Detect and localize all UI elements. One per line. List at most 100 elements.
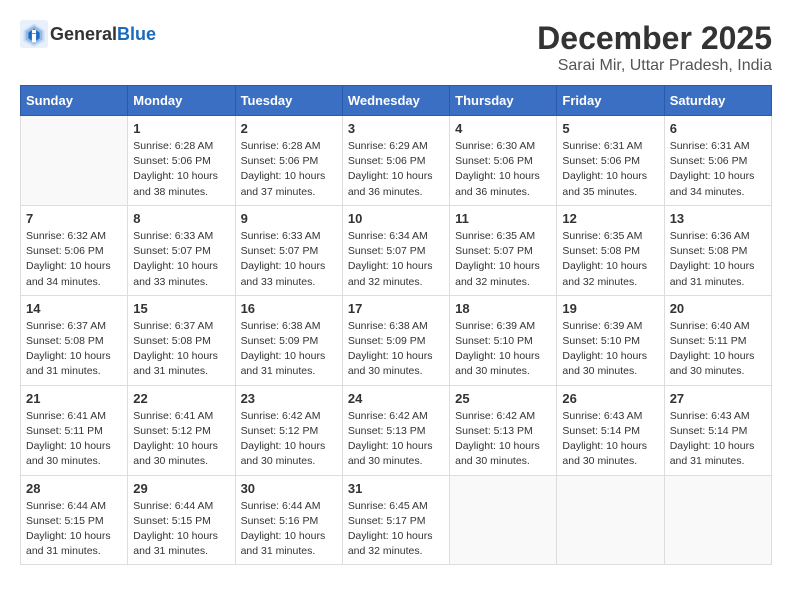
- day-number: 3: [348, 121, 444, 136]
- day-info: Sunrise: 6:37 AM Sunset: 5:08 PM Dayligh…: [26, 319, 122, 380]
- day-number: 31: [348, 481, 444, 496]
- weekday-header-saturday: Saturday: [664, 86, 771, 116]
- day-info: Sunrise: 6:41 AM Sunset: 5:12 PM Dayligh…: [133, 409, 229, 470]
- day-info: Sunrise: 6:35 AM Sunset: 5:08 PM Dayligh…: [562, 229, 658, 290]
- day-info: Sunrise: 6:42 AM Sunset: 5:13 PM Dayligh…: [455, 409, 551, 470]
- day-info: Sunrise: 6:43 AM Sunset: 5:14 PM Dayligh…: [562, 409, 658, 470]
- calendar-cell: 2Sunrise: 6:28 AM Sunset: 5:06 PM Daylig…: [235, 116, 342, 206]
- day-info: Sunrise: 6:40 AM Sunset: 5:11 PM Dayligh…: [670, 319, 766, 380]
- day-info: Sunrise: 6:42 AM Sunset: 5:12 PM Dayligh…: [241, 409, 337, 470]
- calendar-cell: 27Sunrise: 6:43 AM Sunset: 5:14 PM Dayli…: [664, 385, 771, 475]
- day-number: 29: [133, 481, 229, 496]
- calendar-cell: 10Sunrise: 6:34 AM Sunset: 5:07 PM Dayli…: [342, 205, 449, 295]
- calendar-cell: 25 Sunrise: 6:42 AM Sunset: 5:13 PM Dayli…: [450, 385, 557, 475]
- weekday-header-monday: Monday: [128, 86, 235, 116]
- calendar-cell: 6 Sunrise: 6:31 AM Sunset: 5:06 PM Daylig…: [664, 116, 771, 206]
- weekday-header-sunday: Sunday: [21, 86, 128, 116]
- calendar-cell: [21, 116, 128, 206]
- weekday-header-thursday: Thursday: [450, 86, 557, 116]
- logo-blue: Blue: [117, 24, 156, 44]
- calendar-cell: 11 Sunrise: 6:35 AM Sunset: 5:07 PM Dayli…: [450, 205, 557, 295]
- day-info: Sunrise: 6:44 AM Sunset: 5:15 PM Dayligh…: [133, 499, 229, 560]
- calendar-cell: 18Sunrise: 6:39 AM Sunset: 5:10 PM Dayli…: [450, 295, 557, 385]
- day-number: 12: [562, 211, 658, 226]
- day-number: 16: [241, 301, 337, 316]
- day-number: 24: [348, 391, 444, 406]
- day-info: Sunrise: 6:32 AM Sunset: 5:06 PM Dayligh…: [26, 229, 122, 290]
- weekday-header-tuesday: Tuesday: [235, 86, 342, 116]
- day-info: Sunrise: 6:36 AM Sunset: 5:08 PM Dayligh…: [670, 229, 766, 290]
- day-number: 14: [26, 301, 122, 316]
- day-info: Sunrise: 6:30 AM Sunset: 5:06 PM Dayligh…: [455, 139, 551, 200]
- day-number: 22: [133, 391, 229, 406]
- page-header: GeneralBlue December 2025 Sarai Mir, Utt…: [20, 20, 772, 75]
- day-info: Sunrise: 6:33 AM Sunset: 5:07 PM Dayligh…: [133, 229, 229, 290]
- calendar-cell: 20 Sunrise: 6:40 AM Sunset: 5:11 PM Dayli…: [664, 295, 771, 385]
- weekday-header-friday: Friday: [557, 86, 664, 116]
- calendar-week-row: 7 Sunrise: 6:32 AM Sunset: 5:06 PM Daylig…: [21, 205, 772, 295]
- calendar-cell: 9Sunrise: 6:33 AM Sunset: 5:07 PM Daylig…: [235, 205, 342, 295]
- day-number: 17: [348, 301, 444, 316]
- logo: GeneralBlue: [20, 20, 156, 48]
- calendar-week-row: 28 Sunrise: 6:44 AM Sunset: 5:15 PM Dayli…: [21, 475, 772, 565]
- calendar-cell: 29 Sunrise: 6:44 AM Sunset: 5:15 PM Dayli…: [128, 475, 235, 565]
- calendar-cell: 19Sunrise: 6:39 AM Sunset: 5:10 PM Dayli…: [557, 295, 664, 385]
- calendar-cell: 26 Sunrise: 6:43 AM Sunset: 5:14 PM Dayli…: [557, 385, 664, 475]
- day-info: Sunrise: 6:44 AM Sunset: 5:16 PM Dayligh…: [241, 499, 337, 560]
- day-info: Sunrise: 6:45 AM Sunset: 5:17 PM Dayligh…: [348, 499, 444, 560]
- day-info: Sunrise: 6:29 AM Sunset: 5:06 PM Dayligh…: [348, 139, 444, 200]
- day-info: Sunrise: 6:39 AM Sunset: 5:10 PM Dayligh…: [562, 319, 658, 380]
- day-number: 10: [348, 211, 444, 226]
- calendar-cell: 16Sunrise: 6:38 AM Sunset: 5:09 PM Dayli…: [235, 295, 342, 385]
- weekday-header-wednesday: Wednesday: [342, 86, 449, 116]
- day-number: 8: [133, 211, 229, 226]
- day-info: Sunrise: 6:28 AM Sunset: 5:06 PM Dayligh…: [133, 139, 229, 200]
- calendar-cell: 1Sunrise: 6:28 AM Sunset: 5:06 PM Daylig…: [128, 116, 235, 206]
- day-number: 11: [455, 211, 551, 226]
- day-number: 26: [562, 391, 658, 406]
- logo-general: General: [50, 24, 117, 44]
- day-number: 27: [670, 391, 766, 406]
- day-info: Sunrise: 6:44 AM Sunset: 5:15 PM Dayligh…: [26, 499, 122, 560]
- calendar-cell: 24Sunrise: 6:42 AM Sunset: 5:13 PM Dayli…: [342, 385, 449, 475]
- day-info: Sunrise: 6:38 AM Sunset: 5:09 PM Dayligh…: [348, 319, 444, 380]
- month-title: December 2025: [537, 20, 772, 57]
- day-number: 2: [241, 121, 337, 136]
- calendar-week-row: 21Sunrise: 6:41 AM Sunset: 5:11 PM Dayli…: [21, 385, 772, 475]
- day-number: 7: [26, 211, 122, 226]
- calendar-week-row: 1Sunrise: 6:28 AM Sunset: 5:06 PM Daylig…: [21, 116, 772, 206]
- day-number: 6: [670, 121, 766, 136]
- location-title: Sarai Mir, Uttar Pradesh, India: [537, 57, 772, 75]
- calendar-week-row: 14 Sunrise: 6:37 AM Sunset: 5:08 PM Dayli…: [21, 295, 772, 385]
- calendar-cell: 3 Sunrise: 6:29 AM Sunset: 5:06 PM Daylig…: [342, 116, 449, 206]
- calendar-cell: [557, 475, 664, 565]
- title-area: December 2025 Sarai Mir, Uttar Pradesh, …: [537, 20, 772, 75]
- calendar-cell: 30Sunrise: 6:44 AM Sunset: 5:16 PM Dayli…: [235, 475, 342, 565]
- calendar-cell: 5Sunrise: 6:31 AM Sunset: 5:06 PM Daylig…: [557, 116, 664, 206]
- calendar-cell: 22 Sunrise: 6:41 AM Sunset: 5:12 PM Dayli…: [128, 385, 235, 475]
- calendar-cell: 28 Sunrise: 6:44 AM Sunset: 5:15 PM Dayli…: [21, 475, 128, 565]
- day-info: Sunrise: 6:39 AM Sunset: 5:10 PM Dayligh…: [455, 319, 551, 380]
- day-number: 28: [26, 481, 122, 496]
- calendar-cell: 7 Sunrise: 6:32 AM Sunset: 5:06 PM Daylig…: [21, 205, 128, 295]
- day-number: 23: [241, 391, 337, 406]
- calendar-cell: 23 Sunrise: 6:42 AM Sunset: 5:12 PM Dayli…: [235, 385, 342, 475]
- day-number: 5: [562, 121, 658, 136]
- calendar-cell: 8 Sunrise: 6:33 AM Sunset: 5:07 PM Daylig…: [128, 205, 235, 295]
- calendar-cell: 12 Sunrise: 6:35 AM Sunset: 5:08 PM Dayli…: [557, 205, 664, 295]
- logo-icon: [20, 20, 48, 48]
- calendar-cell: 4Sunrise: 6:30 AM Sunset: 5:06 PM Daylig…: [450, 116, 557, 206]
- day-number: 20: [670, 301, 766, 316]
- day-info: Sunrise: 6:37 AM Sunset: 5:08 PM Dayligh…: [133, 319, 229, 380]
- calendar-cell: 15 Sunrise: 6:37 AM Sunset: 5:08 PM Dayli…: [128, 295, 235, 385]
- day-info: Sunrise: 6:31 AM Sunset: 5:06 PM Dayligh…: [670, 139, 766, 200]
- day-number: 15: [133, 301, 229, 316]
- day-number: 13: [670, 211, 766, 226]
- calendar-cell: 14 Sunrise: 6:37 AM Sunset: 5:08 PM Dayli…: [21, 295, 128, 385]
- day-info: Sunrise: 6:35 AM Sunset: 5:07 PM Dayligh…: [455, 229, 551, 290]
- day-number: 25: [455, 391, 551, 406]
- calendar-cell: [664, 475, 771, 565]
- calendar-cell: 13 Sunrise: 6:36 AM Sunset: 5:08 PM Dayli…: [664, 205, 771, 295]
- calendar-cell: 31 Sunrise: 6:45 AM Sunset: 5:17 PM Dayli…: [342, 475, 449, 565]
- weekday-header-row: SundayMondayTuesdayWednesdayThursdayFrid…: [21, 86, 772, 116]
